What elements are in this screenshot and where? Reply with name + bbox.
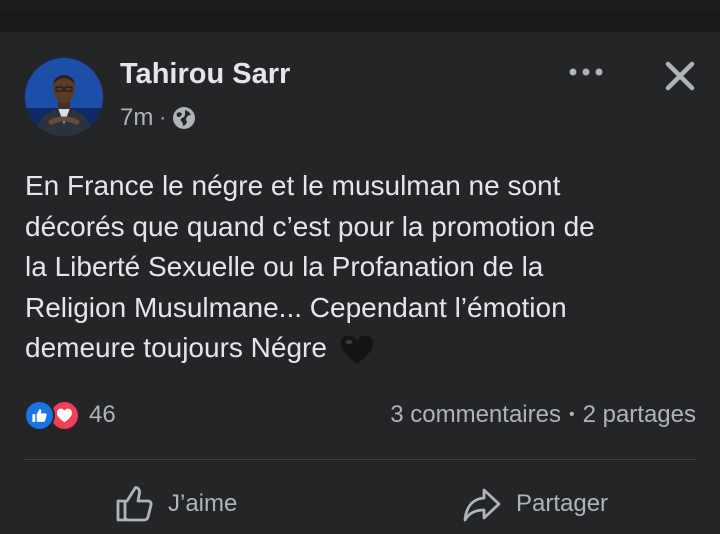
heart-icon: [57, 408, 72, 422]
top-bar: [0, 0, 720, 32]
post-text-line-last: demeure toujours Négre: [25, 328, 700, 369]
thumbs-up-icon: [32, 408, 47, 422]
black-heart-icon: [340, 335, 373, 364]
share-button-label: Partager: [516, 490, 609, 517]
shares-count-link[interactable]: 2 partages: [583, 401, 696, 429]
more-options-button[interactable]: [564, 58, 608, 86]
post-text: En France le négre et le musulman ne son…: [25, 166, 700, 369]
post-text-line: Religion Musulmane... Cependant l’émotio…: [25, 291, 567, 323]
post-meta: 7m ·: [120, 103, 196, 133]
top-bar-edge: [0, 0, 720, 10]
meta-separator: ·: [159, 106, 167, 129]
like-button[interactable]: J’aime: [114, 482, 237, 526]
author-avatar[interactable]: [25, 58, 103, 136]
share-button[interactable]: Partager: [462, 482, 608, 526]
engagement-stats: 3 commentaires • 2 partages: [390, 398, 696, 432]
post-text-line: décorés que quand c’est pour la promotio…: [25, 210, 595, 242]
like-reaction-icon: [24, 399, 55, 431]
divider: [24, 459, 696, 460]
like-button-label: J’aime: [168, 490, 238, 517]
globe-icon[interactable]: [172, 106, 196, 130]
comments-count-link[interactable]: 3 commentaires: [390, 401, 561, 429]
post-text-line: demeure toujours Négre: [25, 332, 327, 363]
post-time[interactable]: 7m: [120, 104, 153, 132]
share-arrow-icon: [463, 488, 501, 522]
post-text-line: la Liberté Sexuelle ou la Profanation de…: [25, 251, 544, 282]
stats-separator: •: [568, 406, 575, 423]
reaction-count: 46: [89, 401, 116, 428]
more-dots-icon: [569, 68, 603, 76]
post-text-line: En France le négre et le musulman ne son…: [25, 170, 561, 201]
reactions-summary[interactable]: 46: [24, 398, 116, 432]
avatar-image: [25, 58, 103, 136]
author-name[interactable]: Tahirou Sarr: [120, 58, 290, 91]
thumbs-up-outline-icon: [116, 486, 153, 522]
close-icon: [665, 61, 695, 91]
close-button[interactable]: [660, 56, 700, 96]
